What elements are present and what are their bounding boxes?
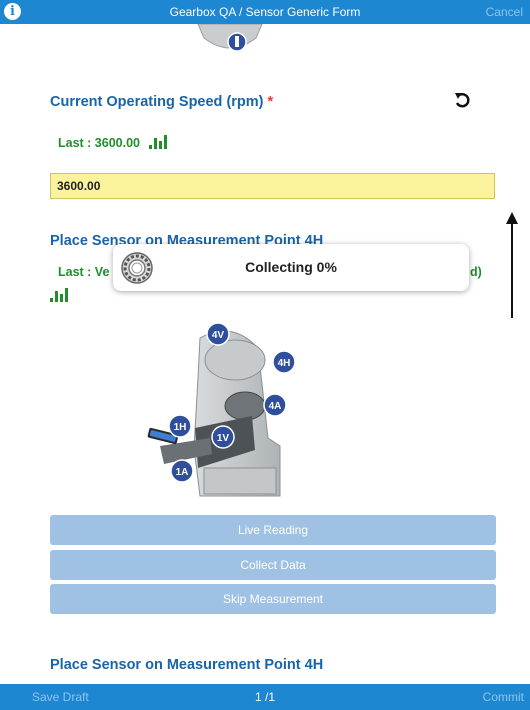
scroll-up-arrow xyxy=(506,212,518,318)
page-title: Gearbox QA / Sensor Generic Form xyxy=(169,5,361,19)
point-4a-marker[interactable]: 4A xyxy=(263,393,287,417)
svg-text:4A: 4A xyxy=(269,401,282,412)
svg-text:4H: 4H xyxy=(278,358,291,369)
speed-title-label: Current Operating Speed (rpm) xyxy=(50,94,264,110)
next-measurement-title: Place Sensor on Measurement Point 4H xyxy=(50,657,324,673)
point-1a-marker[interactable]: 1A xyxy=(170,459,194,483)
live-reading-button[interactable]: Live Reading xyxy=(50,515,496,545)
chart-bars-icon[interactable] xyxy=(50,288,68,302)
speed-title: Current Operating Speed (rpm) * xyxy=(50,94,273,110)
point-4h-marker[interactable]: 4H xyxy=(272,350,296,374)
reset-icon[interactable] xyxy=(452,90,472,110)
footer-bar: Save Draft 1 /1 Commit xyxy=(0,684,530,710)
collecting-toast: Collecting 0% xyxy=(113,244,469,291)
skip-measurement-button[interactable]: Skip Measurement xyxy=(50,584,496,614)
measurement-last-label: Last : Ve xyxy=(58,265,110,279)
point-1v-marker[interactable]: 1V xyxy=(211,425,235,449)
speed-input[interactable]: 3600.00 xyxy=(50,173,495,199)
gearbox-image-partial xyxy=(197,24,263,52)
point-4v-marker[interactable]: 4V xyxy=(206,322,230,346)
collecting-label: Collecting 0% xyxy=(245,259,337,275)
required-marker: * xyxy=(267,94,274,110)
header-bar: i Gearbox QA / Sensor Generic Form Cance… xyxy=(0,0,530,24)
chart-bars-icon[interactable] xyxy=(149,135,168,149)
svg-text:4V: 4V xyxy=(212,330,225,341)
speed-last-label: Last : 3600.00 xyxy=(58,136,140,150)
page-indicator: 1 /1 xyxy=(254,690,275,704)
svg-text:1V: 1V xyxy=(217,433,230,444)
speed-last-reading: Last : 3600.00 xyxy=(58,135,168,150)
svg-text:1A: 1A xyxy=(176,467,189,478)
cancel-button[interactable]: Cancel xyxy=(486,5,523,19)
measurement-last-trailing: d) xyxy=(470,265,482,279)
point-1h-marker[interactable]: 1H xyxy=(168,414,192,438)
commit-button[interactable]: Commit xyxy=(483,690,524,704)
svg-text:1H: 1H xyxy=(174,422,187,433)
collect-data-button[interactable]: Collect Data xyxy=(50,550,496,580)
